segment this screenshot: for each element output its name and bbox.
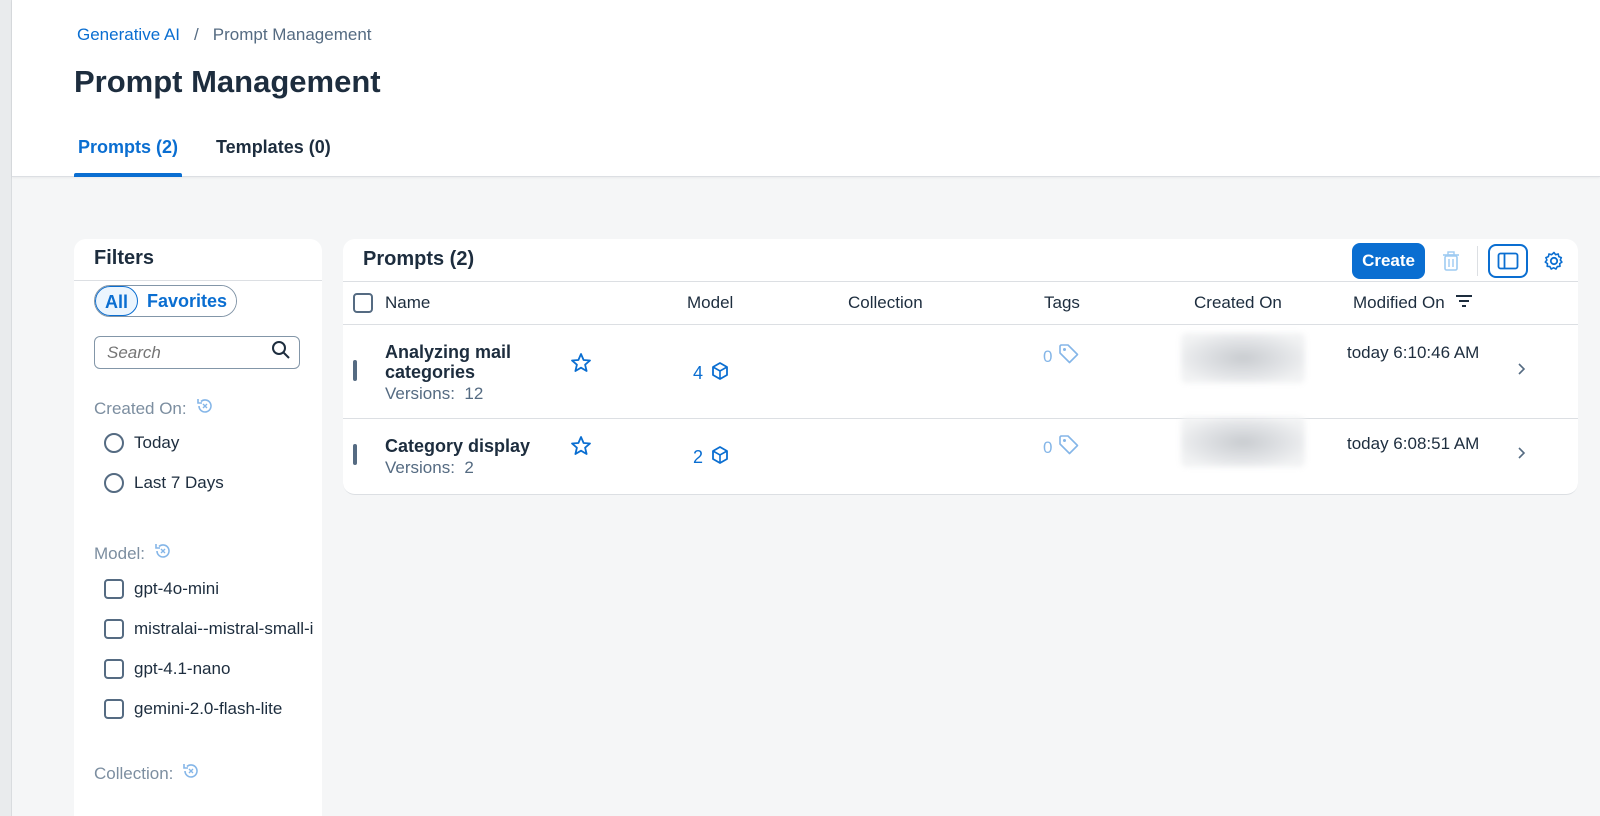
star-icon[interactable] [570,352,592,379]
created-on-label: Created On: [94,396,215,421]
prompt-name-line1: Analyzing mail [385,342,512,362]
page-header: Generative AI / Prompt Management Prompt… [12,0,1600,177]
checkbox[interactable] [353,360,357,381]
column-collection[interactable]: Collection [848,293,923,313]
model-cube-icon [710,361,730,386]
chevron-right-icon[interactable] [1517,444,1527,465]
tags-count: 0 [1043,434,1080,461]
checkbox[interactable] [353,293,373,313]
search-icon[interactable] [271,340,291,365]
prompt-versions: Versions: 12 [385,384,484,403]
side-panel-icon[interactable] [1488,244,1528,278]
checkbox[interactable] [104,579,124,599]
checkbox[interactable] [104,699,124,719]
model-count-link[interactable]: 4 [693,361,730,386]
created-on-redacted [1181,333,1305,383]
prompt-name-cell: Analyzing mail categories Versions: 12 [385,342,511,404]
tab-templates[interactable]: Templates (0) [212,131,335,177]
prompts-title: Prompts (2) [363,248,475,270]
reset-filter-icon[interactable] [195,396,215,421]
model-count-link[interactable]: 2 [693,445,730,470]
column-modified-on[interactable]: Modified On [1353,293,1473,313]
modified-on-value: today 6:08:51 AM [1347,434,1480,453]
radio-today[interactable]: Today [104,433,179,453]
chevron-right-icon[interactable] [1517,360,1527,381]
tags-count: 0 [1043,343,1080,370]
radio-last-7-days[interactable]: Last 7 Days [104,473,224,493]
model-label: Model: [94,541,173,566]
reset-filter-icon[interactable] [153,541,173,566]
toolbar-separator [1477,246,1478,276]
prompt-name-line2: categories [385,362,476,382]
filters-panel: Filters All Favorites Created On: Today … [74,239,322,816]
row-checkbox[interactable] [353,444,357,465]
prompt-name-cell: Category display Versions: 2 [385,436,530,478]
column-tags[interactable]: Tags [1044,293,1080,313]
table-toolbar: Create [1352,243,1570,279]
tab-prompts[interactable]: Prompts (2) [74,131,183,177]
delete-icon[interactable] [1435,245,1467,277]
favorites-segmented-button: All Favorites [94,285,238,317]
prompt-versions: Versions: 2 [385,458,474,477]
column-created-on[interactable]: Created On [1194,293,1282,313]
model-option-gemini-flash-lite[interactable]: gemini-2.0-flash-lite [104,699,282,719]
collection-label: Collection: [94,761,201,786]
left-edge-bar [0,0,12,816]
prompt-name-line1: Category display [385,436,531,456]
tag-icon [1058,434,1080,461]
model-option-mistral-small[interactable]: mistralai--mistral-small-i [104,619,313,639]
breadcrumb-link-generative-ai[interactable]: Generative AI [77,25,180,45]
create-button[interactable]: Create [1352,243,1425,279]
select-all-checkbox[interactable] [353,293,373,313]
sort-icon[interactable] [1455,293,1473,313]
checkbox[interactable] [104,619,124,639]
table-header: Name Model Collection Tags Created On Mo… [343,281,1578,325]
prompts-table-panel: Prompts (2) Create Name Model Collection… [343,239,1578,495]
checkbox[interactable] [353,444,357,465]
breadcrumb: Generative AI / Prompt Management [77,25,372,45]
radio-button[interactable] [104,473,124,493]
model-option-gpt-4-1-nano[interactable]: gpt-4.1-nano [104,659,230,679]
radio-button[interactable] [104,433,124,453]
reset-filter-icon[interactable] [181,761,201,786]
modified-on-value: today 6:10:46 AM [1347,343,1480,362]
table-row[interactable]: Analyzing mail categories Versions: 12 4… [343,325,1578,419]
model-option-gpt-4o-mini[interactable]: gpt-4o-mini [104,579,219,599]
model-cube-icon [710,445,730,470]
settings-icon[interactable] [1538,245,1570,277]
breadcrumb-current: Prompt Management [212,25,372,44]
filters-title: Filters [74,239,322,281]
search-input[interactable] [107,342,257,363]
search-field[interactable] [94,336,300,369]
breadcrumb-separator: / [194,25,199,44]
column-name[interactable]: Name [385,293,430,313]
page-title: Prompt Management [74,64,381,99]
column-model[interactable]: Model [687,293,733,313]
table-row[interactable]: Category display Versions: 2 2 0 today 6… [343,417,1578,495]
checkbox[interactable] [104,659,124,679]
row-checkbox[interactable] [353,360,357,381]
tab-bar: Prompts (2) Templates (0) [74,131,335,177]
segment-all[interactable]: All [95,286,139,316]
created-on-redacted [1181,417,1305,467]
segment-favorites[interactable]: Favorites [138,286,237,316]
star-icon[interactable] [570,435,592,462]
tag-icon [1058,343,1080,370]
